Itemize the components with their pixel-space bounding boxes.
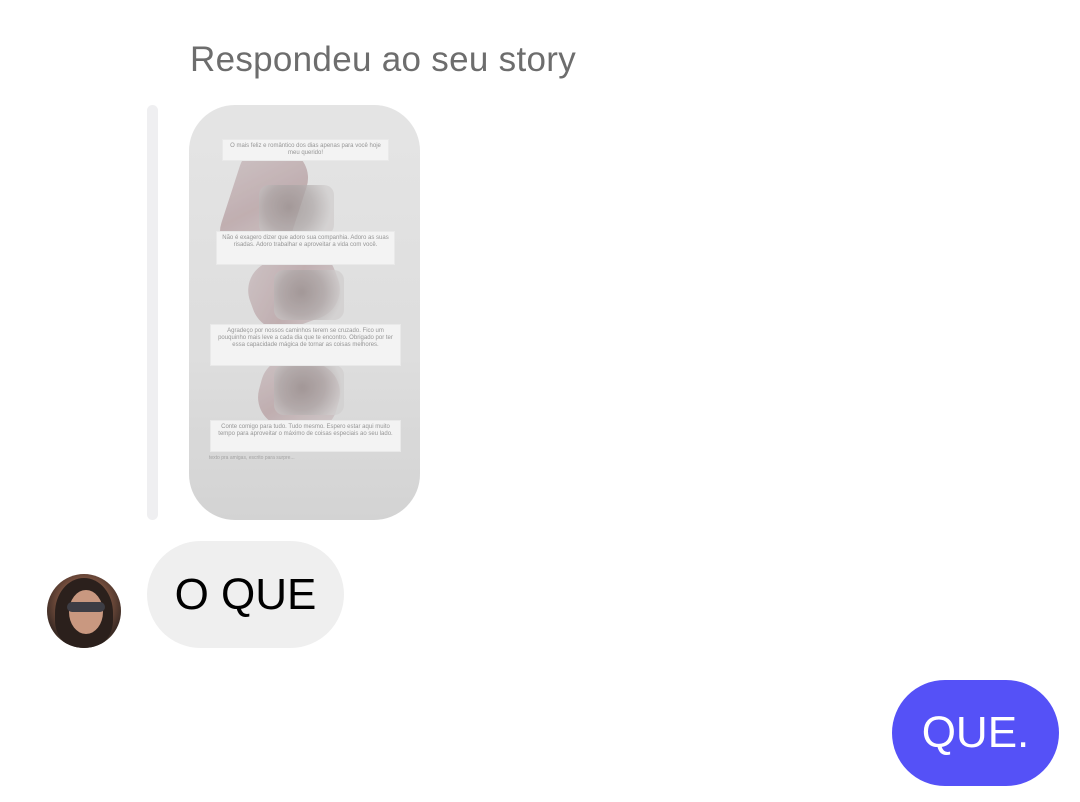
- outgoing-message-text: QUE.: [921, 708, 1030, 757]
- reply-quote-bar: [147, 105, 158, 520]
- avatar-face: [69, 590, 103, 634]
- contact-avatar[interactable]: [47, 574, 121, 648]
- story-thumbnail[interactable]: O mais feliz e romântico dos dias apenas…: [189, 105, 420, 520]
- outgoing-message-bubble[interactable]: QUE.: [892, 680, 1059, 786]
- incoming-message-text: O QUE: [174, 569, 317, 619]
- incoming-message-bubble[interactable]: O QUE: [147, 541, 344, 648]
- story-dim-overlay: [189, 105, 420, 520]
- reply-context-label: Respondeu ao seu story: [190, 40, 577, 79]
- avatar-sunglasses: [67, 602, 105, 612]
